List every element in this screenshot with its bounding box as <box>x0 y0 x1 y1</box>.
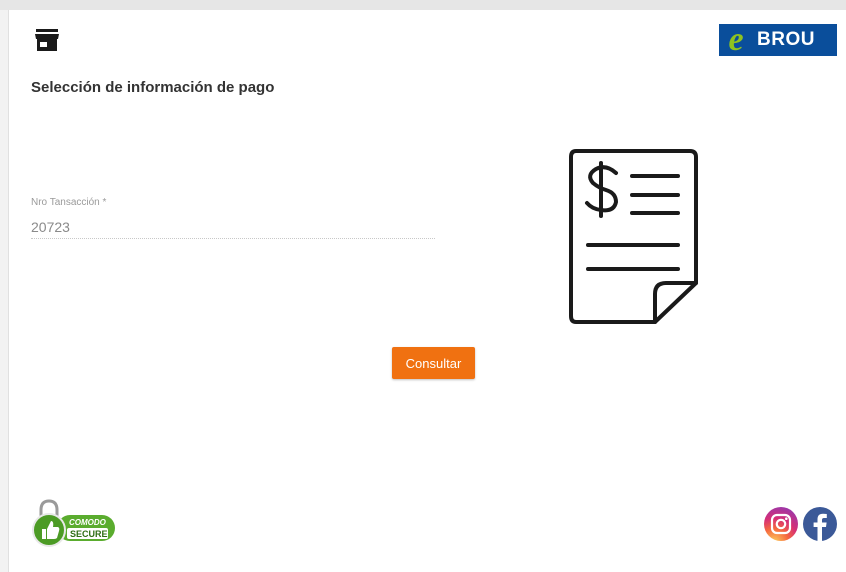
comodo-badge-top-text: COMODO <box>69 518 107 527</box>
brou-logo[interactable]: e BROU <box>719 21 837 58</box>
facebook-icon[interactable] <box>802 506 838 542</box>
consultar-button[interactable]: Consultar <box>392 347 475 379</box>
page-title: Selección de información de pago <box>31 79 275 96</box>
store-icon <box>35 29 59 51</box>
window-top-border <box>0 0 846 10</box>
brou-logo-e: e <box>728 21 744 58</box>
comodo-badge-bottom-text: SECURE <box>70 529 108 539</box>
window-left-border <box>0 10 9 572</box>
transaction-number-input[interactable] <box>31 216 435 239</box>
receipt-dollar-icon <box>569 149 698 324</box>
instagram-icon[interactable] <box>763 506 799 542</box>
comodo-secure-badge[interactable]: COMODO SECURE <box>30 498 118 548</box>
transaction-number-label: Nro Tansacción * <box>31 197 107 208</box>
brou-logo-text: BROU <box>757 29 815 50</box>
